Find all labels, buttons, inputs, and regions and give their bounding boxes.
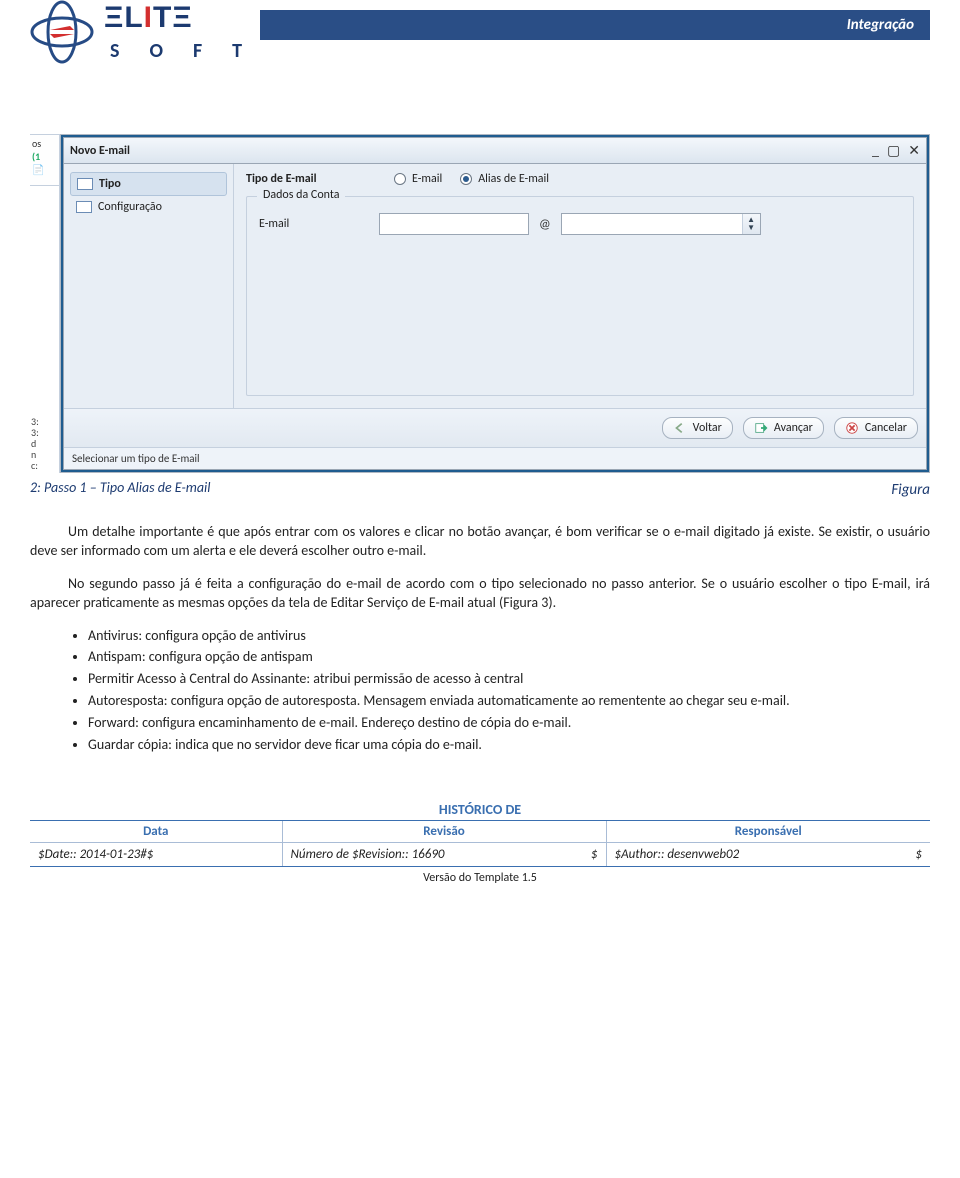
logo-sub: SOFT bbox=[110, 39, 246, 63]
logo-word: ΞLITΞ bbox=[104, 1, 246, 35]
email-domain-select[interactable]: ▲▼ bbox=[561, 213, 761, 235]
cancel-icon bbox=[845, 421, 859, 435]
history-title: HISTÓRICO DE bbox=[30, 801, 930, 821]
radio-email[interactable]: E-mail bbox=[394, 172, 442, 186]
paragraph-2: No segundo passo já é feita a configuraç… bbox=[30, 575, 930, 613]
screenshot: os (1 📄 3: 3: d n c: Novo E-mail bbox=[30, 134, 930, 473]
wizard-sidebar: Tipo Configuração bbox=[64, 164, 234, 408]
envelope-icon bbox=[76, 201, 92, 213]
fieldset-dados: Dados da Conta E-mail @ ▲▼ bbox=[246, 196, 914, 396]
col-data: Data bbox=[30, 821, 282, 843]
window-title: Novo E-mail bbox=[70, 144, 130, 158]
col-rev: Revisão bbox=[282, 821, 606, 843]
minimize-icon[interactable]: _ bbox=[872, 142, 879, 159]
window-titlebar: Novo E-mail _ ▢ ✕ bbox=[64, 138, 926, 164]
template-version: Versão do Template 1.5 bbox=[30, 871, 930, 885]
wizard-button-bar: Voltar Avançar Cancelar bbox=[64, 408, 926, 447]
list-item: Antivirus: configura opção de antivirus bbox=[88, 627, 930, 646]
maximize-icon[interactable]: ▢ bbox=[887, 142, 900, 159]
sidebar-item-tipo[interactable]: Tipo bbox=[70, 172, 227, 196]
radio-alias[interactable]: Alias de E-mail bbox=[460, 172, 549, 186]
close-icon[interactable]: ✕ bbox=[908, 142, 920, 159]
chevron-updown-icon: ▲▼ bbox=[742, 214, 760, 234]
back-button[interactable]: Voltar bbox=[662, 417, 733, 439]
at-sign: @ bbox=[539, 217, 551, 232]
sidebar-item-label: Configuração bbox=[98, 200, 162, 214]
figure-caption-right: Figura bbox=[891, 481, 930, 499]
next-button[interactable]: Avançar bbox=[743, 417, 824, 439]
footer: HISTÓRICO DE Data Revisão Responsável $D… bbox=[30, 801, 930, 885]
table-row: $Date:: 2014-01-23#$ Número de $Revision… bbox=[30, 842, 930, 866]
email-user-input[interactable] bbox=[379, 213, 529, 235]
bullet-list: Antivirus: configura opção de antivirus … bbox=[30, 627, 930, 755]
email-label: E-mail bbox=[259, 217, 369, 231]
list-item: Autoresposta: configura opção de autores… bbox=[88, 692, 930, 711]
list-item: Guardar cópia: indica que no servidor de… bbox=[88, 736, 930, 755]
sidebar-item-label: Tipo bbox=[99, 177, 121, 191]
strip-top: os (1 📄 bbox=[30, 134, 60, 186]
list-item: Permitir Acesso à Central do Assinante: … bbox=[88, 670, 930, 689]
back-icon bbox=[673, 421, 687, 435]
cancel-button[interactable]: Cancelar bbox=[834, 417, 918, 439]
next-icon bbox=[754, 421, 768, 435]
history-table: Data Revisão Responsável $Date:: 2014-01… bbox=[30, 821, 930, 867]
figure-caption-left: 2: Passo 1 – Tipo Alias de E-mail bbox=[30, 479, 210, 496]
strip-gutter: 3: 3: d n c: bbox=[30, 186, 60, 473]
col-resp: Responsável bbox=[606, 821, 930, 843]
header-tag: Integração bbox=[260, 10, 930, 40]
fieldset-legend: Dados da Conta bbox=[257, 188, 345, 202]
envelope-icon bbox=[77, 178, 93, 190]
doc-header: ΞLITΞ SOFT Integração bbox=[30, 0, 930, 64]
sidebar-item-config[interactable]: Configuração bbox=[70, 196, 227, 218]
list-item: Forward: configura encaminhamento de e-m… bbox=[88, 714, 930, 733]
paragraph-1: Um detalhe importante é que após entrar … bbox=[30, 523, 930, 561]
logo-icon bbox=[30, 0, 94, 64]
statusbar: Selecionar um tipo de E-mail bbox=[64, 447, 926, 469]
list-item: Antispam: configura opção de antispam bbox=[88, 648, 930, 667]
type-label: Tipo de E-mail bbox=[246, 172, 376, 186]
logo: ΞLITΞ SOFT bbox=[30, 0, 246, 64]
